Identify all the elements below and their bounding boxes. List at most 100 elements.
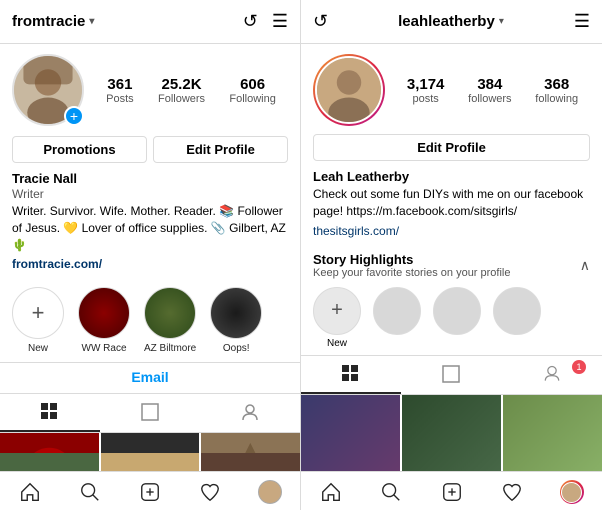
nav-home[interactable] xyxy=(0,480,60,504)
right-story-circle-3 xyxy=(493,287,541,335)
highlights-text: Story Highlights Keep your favorite stor… xyxy=(313,252,511,279)
story-oo-circle xyxy=(210,287,262,339)
home-icon xyxy=(19,481,41,503)
left-bottom-nav xyxy=(0,471,300,510)
right-photo-2[interactable] xyxy=(402,395,501,471)
menu-icon[interactable]: ☰ xyxy=(272,11,288,32)
left-username[interactable]: fromtracie ▾ xyxy=(12,13,94,30)
edit-profile-button[interactable]: Edit Profile xyxy=(153,136,288,163)
left-photo-grid xyxy=(0,433,300,471)
right-menu-icon[interactable]: ☰ xyxy=(574,11,590,32)
nav-search[interactable] xyxy=(60,480,120,504)
story-new-label: New xyxy=(28,343,48,354)
right-story-2[interactable] xyxy=(433,287,481,349)
nav-heart[interactable] xyxy=(180,480,240,504)
right-photo-1[interactable] xyxy=(301,395,400,471)
username-chevron: ▾ xyxy=(89,16,94,27)
right-profile-section: 3,174 posts 384 followers 368 following … xyxy=(301,44,602,246)
left-profile-link[interactable]: fromtracie.com/ xyxy=(12,257,102,271)
right-tab-square[interactable] xyxy=(401,356,501,394)
story-new[interactable]: + New xyxy=(12,287,64,354)
person-icon xyxy=(240,402,260,422)
photo-6[interactable] xyxy=(201,453,300,471)
left-avatar-wrap: + xyxy=(12,54,84,126)
promotions-button[interactable]: Promotions xyxy=(12,136,147,163)
left-stats: 361 Posts 25.2K Followers 606 Following xyxy=(94,76,288,105)
story-az-circle xyxy=(144,287,196,339)
right-panel: ↺ leahleatherby ▾ ☰ 3,174 post xyxy=(301,0,602,510)
left-posts-stat: 361 Posts xyxy=(106,76,134,105)
right-followers-stat: 384 followers xyxy=(468,76,511,105)
right-profile-bio: Check out some fun DIYs with me on our f… xyxy=(313,186,590,220)
photo-5[interactable] xyxy=(101,453,200,471)
right-username-chevron: ▾ xyxy=(499,16,504,27)
nav-profile[interactable] xyxy=(240,480,300,504)
left-profile-bio: Writer. Survivor. Wife. Mother. Reader. … xyxy=(12,203,288,253)
photo-4[interactable] xyxy=(0,453,99,471)
left-followers-stat: 25.2K Followers xyxy=(158,76,205,105)
story-az[interactable]: AZ Biltmore xyxy=(144,287,196,354)
right-edit-profile-button[interactable]: Edit Profile xyxy=(313,134,590,161)
heart-icon xyxy=(199,481,221,503)
right-tab-person[interactable]: 1 xyxy=(502,356,602,394)
left-story-row: + New WW Race AZ Biltmore Oops! xyxy=(0,279,300,363)
email-button[interactable]: Email xyxy=(131,369,168,385)
search-icon xyxy=(79,481,101,503)
right-story-row: + New xyxy=(301,281,602,356)
tab-person[interactable] xyxy=(200,394,300,432)
left-following-stat: 606 Following xyxy=(229,76,275,105)
story-ww-circle xyxy=(78,287,130,339)
left-profile-buttons: Promotions Edit Profile xyxy=(12,136,288,163)
right-nav-profile[interactable] xyxy=(542,480,602,504)
right-story-3[interactable] xyxy=(493,287,541,349)
history-icon[interactable]: ↺ xyxy=(243,11,258,32)
right-username-wrap[interactable]: leahleatherby ▾ xyxy=(398,13,504,30)
right-stats: 3,174 posts 384 followers 368 following xyxy=(395,76,590,105)
left-email-section: Email xyxy=(0,363,300,394)
tab-grid[interactable] xyxy=(0,394,100,432)
story-az-label: AZ Biltmore xyxy=(144,343,196,354)
story-oo[interactable]: Oops! xyxy=(210,287,262,354)
right-nav-add[interactable] xyxy=(421,480,481,504)
right-username-text: leahleatherby xyxy=(398,13,495,30)
left-header: fromtracie ▾ ↺ ☰ xyxy=(0,0,300,44)
tab-square[interactable] xyxy=(100,394,200,432)
grid-icon xyxy=(40,402,60,422)
add-icon xyxy=(139,481,161,503)
right-story-circle-1 xyxy=(373,287,421,335)
right-story-circle-2 xyxy=(433,287,481,335)
right-person-icon xyxy=(542,364,562,384)
right-photo-3[interactable] xyxy=(503,395,602,471)
right-search-icon xyxy=(380,481,402,503)
right-posts-stat: 3,174 posts xyxy=(407,76,445,105)
story-ww-label: WW Race xyxy=(82,343,127,354)
square-icon xyxy=(140,402,160,422)
left-profile-section: + 361 Posts 25.2K Followers 606 Followin… xyxy=(0,44,300,279)
story-ww[interactable]: WW Race xyxy=(78,287,130,354)
right-profile-avatar-nav xyxy=(560,480,584,504)
right-story-1[interactable] xyxy=(373,287,421,349)
right-header: ↺ leahleatherby ▾ ☰ xyxy=(301,0,602,44)
right-tab-grid[interactable] xyxy=(301,356,401,394)
right-nav-search[interactable] xyxy=(361,480,421,504)
right-profile-link[interactable]: thesitsgirls.com/ xyxy=(313,224,399,238)
right-photo-grid xyxy=(301,395,602,471)
nav-add[interactable] xyxy=(120,480,180,504)
right-bottom-nav xyxy=(301,471,602,510)
right-history-icon[interactable]: ↺ xyxy=(313,11,328,32)
left-panel: fromtracie ▾ ↺ ☰ + xyxy=(0,0,301,510)
story-new-circle: + xyxy=(12,287,64,339)
right-square-icon xyxy=(441,364,461,384)
add-story-button[interactable]: + xyxy=(64,106,84,126)
left-profile-name: Tracie Nall xyxy=(12,171,288,186)
notification-badge: 1 xyxy=(572,360,586,374)
right-nav-heart[interactable] xyxy=(482,480,542,504)
right-grid-icon xyxy=(341,364,361,384)
right-story-new[interactable]: + New xyxy=(313,287,361,349)
right-nav-home[interactable] xyxy=(301,480,361,504)
right-profile-top: 3,174 posts 384 followers 368 following xyxy=(313,54,590,126)
username-text: fromtracie xyxy=(12,13,85,30)
right-following-stat: 368 following xyxy=(535,76,578,105)
highlights-chevron[interactable]: ∧ xyxy=(580,257,590,274)
story-oo-label: Oops! xyxy=(223,343,250,354)
